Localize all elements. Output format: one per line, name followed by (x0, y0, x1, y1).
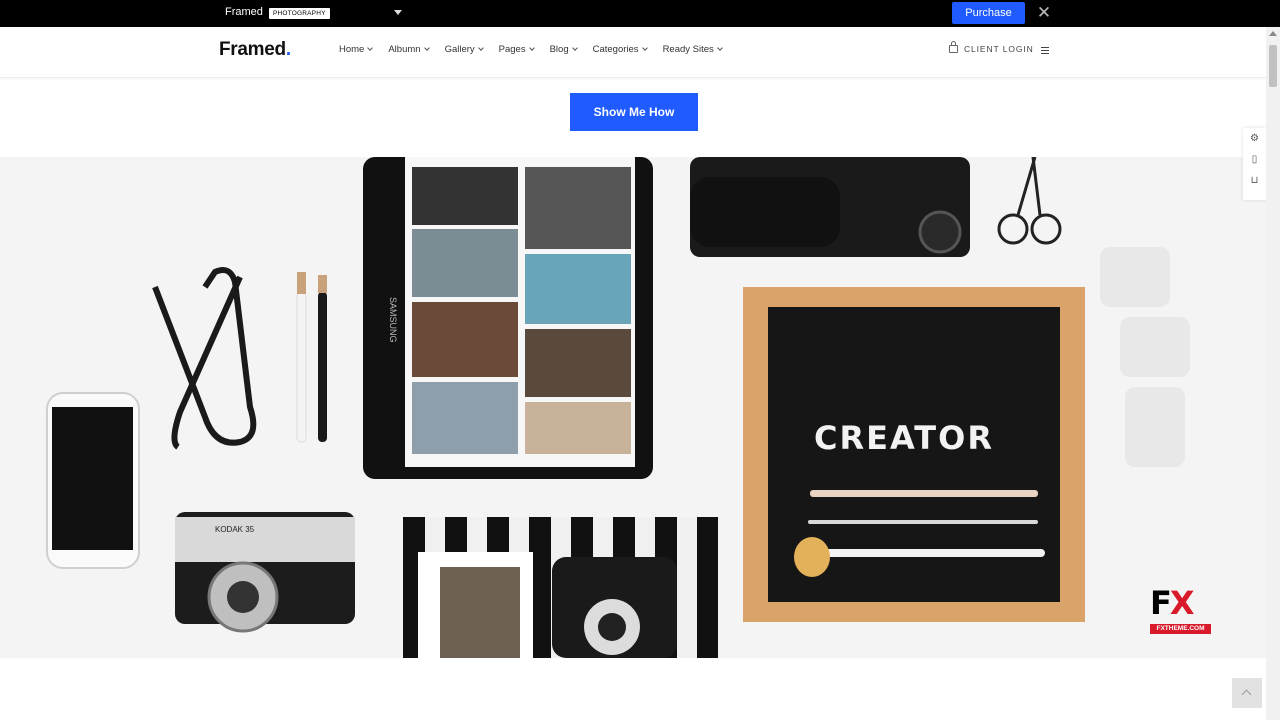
vintage-camera-illustration: KODAK 35 (175, 512, 355, 633)
tablet-illustration: SAMSUNG (363, 157, 653, 479)
nav-item-blog[interactable]: Blog (550, 44, 578, 60)
chevron-down-icon (367, 45, 374, 51)
client-login-link[interactable]: CLIENT LOGIN (949, 41, 1034, 54)
glasses-illustration (152, 267, 257, 450)
fxtheme-watermark: FX FXTHEME.COM (1150, 584, 1211, 636)
pens-illustration (296, 272, 327, 443)
tablet-brand: SAMSUNG (388, 297, 398, 343)
close-icon[interactable]: ✕ (1036, 4, 1052, 22)
scroll-up-icon[interactable] (1269, 31, 1277, 36)
side-toolbar: ⚙ ▯ ⊔ (1243, 128, 1266, 200)
main-nav: Home Albumn Gallery Pages Blog Categorie… (339, 44, 738, 60)
phone-illustration (46, 392, 140, 569)
striped-box-illustration (403, 517, 718, 658)
dslr-camera-illustration (690, 157, 970, 257)
letters-pile-illustration (1100, 247, 1190, 467)
chevron-down-icon (528, 45, 535, 51)
theme-name: Framed (225, 6, 263, 18)
site-logo[interactable]: Framed. (219, 39, 291, 61)
hero-illustration: SAMSUNG CREATOR KODAK 35 (46, 157, 1190, 658)
purchase-button[interactable]: Purchase (952, 2, 1025, 24)
nav-item-ready-sites[interactable]: Ready Sites (663, 44, 723, 60)
chevron-down-icon (423, 45, 430, 51)
nav-item-gallery[interactable]: Gallery (445, 44, 484, 60)
chevron-down-icon (571, 45, 578, 51)
theme-select-caret-icon[interactable] (394, 10, 402, 15)
chevron-down-icon (716, 45, 723, 51)
demo-topbar: Framed PHOTOGRAPHY Purchase ✕ (0, 0, 1280, 27)
page-scrollbar[interactable] (1266, 27, 1280, 720)
site-header: Framed. Home Albumn Gallery Pages Blog C… (0, 27, 1266, 78)
nav-item-pages[interactable]: Pages (499, 44, 535, 60)
chevron-down-icon (641, 45, 648, 51)
settings-icon[interactable]: ⚙ (1243, 128, 1266, 149)
show-me-how-button[interactable]: Show Me How (570, 93, 698, 131)
hero-image: SAMSUNG CREATOR KODAK 35 (0, 157, 1266, 658)
menu-icon[interactable] (1041, 47, 1049, 54)
nav-item-home[interactable]: Home (339, 44, 374, 60)
lock-icon (949, 41, 958, 53)
back-to-top-button[interactable] (1232, 678, 1262, 708)
letterboard-text: CREATOR (814, 419, 994, 457)
theme-badge: PHOTOGRAPHY (269, 8, 330, 19)
camera-brand: KODAK 35 (215, 525, 255, 534)
nav-item-categories[interactable]: Categories (593, 44, 648, 60)
book-icon[interactable]: ▯ (1243, 149, 1266, 170)
nav-item-albumn[interactable]: Albumn (388, 44, 430, 60)
cart-icon[interactable]: ⊔ (1243, 170, 1266, 191)
letterboard-illustration: CREATOR (743, 287, 1085, 622)
chevron-down-icon (477, 45, 484, 51)
scroll-thumb[interactable] (1269, 45, 1277, 87)
scissors-illustration (997, 157, 1062, 245)
